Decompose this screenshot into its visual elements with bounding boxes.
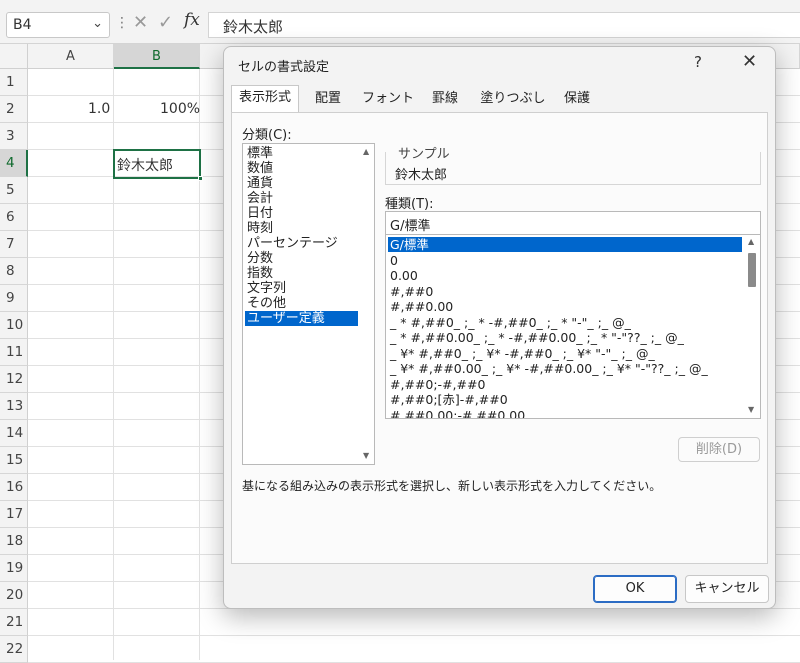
type-item[interactable]: #,##0.00 (388, 299, 742, 314)
type-item[interactable]: #,##0;[赤]-#,##0 (388, 392, 742, 407)
type-item[interactable]: G/標準 (388, 237, 742, 252)
category-item[interactable]: 日付 (245, 206, 358, 221)
grid-line (28, 635, 800, 636)
formula-bar: B4 ⌄ ⋮ ✕ ✓ fx 鈴木太郎 (0, 0, 800, 44)
row-header-5[interactable]: 5 (0, 177, 28, 204)
more-options-icon[interactable]: ⋮ (115, 15, 129, 31)
hint-text: 基になる組み込みの表示形式を選択し、新しい表示形式を入力してください。 (242, 479, 662, 493)
type-item[interactable]: #,##0 (388, 284, 742, 299)
row-header-4[interactable]: 4 (0, 150, 28, 177)
tab-protection[interactable]: 保護 (554, 87, 600, 113)
row-header-22[interactable]: 22 (0, 636, 28, 663)
type-scrollbar[interactable]: ▲ ▼ (743, 235, 760, 418)
type-item[interactable]: _ * #,##0.00_ ;_ * -#,##0.00_ ;_ * "-"??… (388, 330, 742, 345)
row-header-16[interactable]: 16 (0, 474, 28, 501)
scroll-down-icon[interactable]: ▼ (748, 405, 754, 414)
category-item[interactable]: 会計 (245, 191, 358, 206)
formula-text: 鈴木太郎 (223, 18, 284, 36)
confirm-entry-icon[interactable]: ✓ (158, 12, 173, 33)
tab-fill[interactable]: 塗りつぶし (476, 87, 550, 113)
ok-button[interactable]: OK (593, 575, 677, 603)
scroll-thumb[interactable] (748, 253, 756, 287)
type-item[interactable]: #,##0.00;-#,##0.00 (388, 408, 742, 419)
category-item[interactable]: 指数 (245, 266, 358, 281)
fill-handle[interactable] (198, 176, 203, 181)
row-header-1[interactable]: 1 (0, 69, 28, 96)
category-scrollbar[interactable]: ▲ ▼ (360, 145, 374, 463)
category-item[interactable]: ユーザー定義 (245, 311, 358, 326)
tab-border[interactable]: 罫線 (422, 87, 468, 113)
row-header-2[interactable]: 2 (0, 96, 28, 123)
cell-b2[interactable]: 100% (160, 101, 200, 117)
row-header-9[interactable]: 9 (0, 285, 28, 312)
type-item[interactable]: _ ¥* #,##0.00_ ;_ ¥* -#,##0.00_ ;_ ¥* "-… (388, 361, 742, 376)
select-all-corner[interactable] (0, 44, 28, 69)
dialog-title: セルの書式設定 (238, 60, 330, 75)
cancel-button[interactable]: キャンセル (685, 575, 769, 603)
category-label: 分類(C): (242, 128, 292, 143)
row-header-15[interactable]: 15 (0, 447, 28, 474)
format-cells-dialog: セルの書式設定 ? ✕ 表示形式 配置 フォント 罫線 塗りつぶし 保護 分類(… (223, 46, 776, 609)
type-item[interactable]: 0.00 (388, 268, 742, 283)
scroll-down-icon[interactable]: ▼ (363, 451, 369, 460)
row-header-21[interactable]: 21 (0, 609, 28, 636)
row-header-10[interactable]: 10 (0, 312, 28, 339)
close-icon[interactable]: ✕ (742, 51, 757, 72)
row-header-12[interactable]: 12 (0, 366, 28, 393)
row-header-3[interactable]: 3 (0, 123, 28, 150)
sample-value: 鈴木太郎 (395, 168, 448, 183)
row-header-17[interactable]: 17 (0, 501, 28, 528)
column-header-a[interactable]: A (28, 44, 114, 69)
row-header-6[interactable]: 6 (0, 204, 28, 231)
category-list[interactable]: 標準 数値 通貨 会計 日付 時刻 パーセンテージ 分数 指数 文字列 その他 ユーザー定義 ▲ ▼ (242, 143, 375, 465)
category-item[interactable]: 文字列 (245, 281, 358, 296)
type-list[interactable]: G/標準 0 0.00 #,##0 #,##0.00 _ * #,##0_ ;_ * -#… (385, 235, 761, 419)
category-item[interactable]: その他 (245, 296, 358, 311)
row-header-19[interactable]: 19 (0, 555, 28, 582)
name-box[interactable]: B4 ⌄ (6, 12, 110, 38)
row-header-20[interactable]: 20 (0, 582, 28, 609)
row-header-13[interactable]: 13 (0, 393, 28, 420)
name-box-value: B4 (13, 17, 32, 33)
scroll-up-icon[interactable]: ▲ (363, 147, 369, 156)
column-header-b[interactable]: B (114, 44, 200, 69)
type-input-value: G/標準 (390, 219, 431, 234)
row-header-8[interactable]: 8 (0, 258, 28, 285)
category-item[interactable]: 時刻 (245, 221, 358, 236)
cell-b4-text: 鈴木太郎 (117, 158, 173, 174)
type-label: 種類(T): (385, 197, 434, 212)
tab-font[interactable]: フォント (358, 87, 418, 113)
cell-a2[interactable]: 1.0 (88, 101, 110, 117)
delete-button[interactable]: 削除(D) (678, 437, 760, 462)
tab-panel: 分類(C): 標準 数値 通貨 会計 日付 時刻 パーセンテージ 分数 指数 文字列 その他 ユーザー… (231, 112, 768, 564)
tab-alignment[interactable]: 配置 (304, 87, 352, 113)
category-item[interactable]: 分数 (245, 251, 358, 266)
category-item[interactable]: 標準 (245, 146, 358, 161)
category-item[interactable]: パーセンテージ (245, 236, 358, 251)
sample-label: サンプル (395, 143, 453, 162)
row-header-11[interactable]: 11 (0, 339, 28, 366)
type-item[interactable]: 0 (388, 253, 742, 268)
insert-function-icon[interactable]: fx (184, 10, 200, 30)
cancel-entry-icon[interactable]: ✕ (133, 12, 148, 33)
type-item[interactable]: _ ¥* #,##0_ ;_ ¥* -#,##0_ ;_ ¥* "-"_ ;_ … (388, 346, 742, 361)
formula-input[interactable]: 鈴木太郎 (208, 12, 800, 38)
category-item[interactable]: 通貨 (245, 176, 358, 191)
scroll-up-icon[interactable]: ▲ (748, 237, 754, 246)
type-item[interactable]: #,##0;-#,##0 (388, 377, 742, 392)
chevron-down-icon[interactable]: ⌄ (92, 16, 103, 31)
type-input[interactable]: G/標準 (385, 211, 761, 235)
tab-number-format[interactable]: 表示形式 (231, 85, 299, 113)
row-header-18[interactable]: 18 (0, 528, 28, 555)
help-icon[interactable]: ? (694, 53, 702, 71)
type-item[interactable]: _ * #,##0_ ;_ * -#,##0_ ;_ * "-"_ ;_ @_ (388, 315, 742, 330)
row-header-7[interactable]: 7 (0, 231, 28, 258)
active-cell-b4[interactable]: 鈴木太郎 (113, 149, 201, 179)
row-header-14[interactable]: 14 (0, 420, 28, 447)
category-item[interactable]: 数値 (245, 161, 358, 176)
